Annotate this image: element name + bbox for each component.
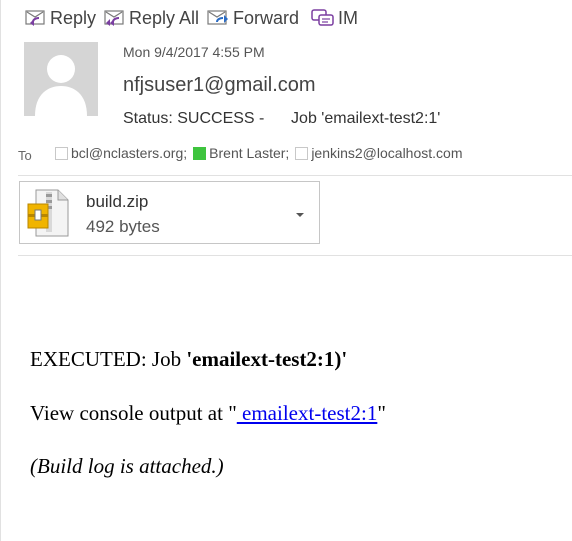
executed-job: 'emailext-test2:1)' (186, 347, 348, 371)
message-toolbar: Reply Reply All Forward IM (0, 0, 572, 38)
recipient-name: bcl@nclasters.org; (71, 145, 188, 161)
to-label: To (18, 147, 32, 163)
message-date: Mon 9/4/2017 4:55 PM (123, 44, 265, 60)
presence-available-icon (193, 146, 207, 160)
executed-prefix: EXECUTED: Job (30, 347, 187, 371)
message-subject: Status: SUCCESS - Job 'emailext-test2:1' (123, 110, 440, 128)
im-icon (310, 6, 336, 30)
console-prefix: View console output at " (30, 401, 237, 425)
person-silhouette-icon (35, 55, 87, 116)
reply-all-icon (101, 6, 127, 30)
subject-status: Status: SUCCESS - (123, 110, 265, 127)
sender-address[interactable]: nfjsuser1@gmail.com (123, 74, 316, 97)
sender-avatar (24, 42, 98, 116)
zip-archive-icon (24, 188, 72, 243)
presence-indicator-icon (55, 146, 68, 160)
forward-icon (205, 6, 231, 30)
console-output-link[interactable]: emailext-test2:1 (237, 401, 377, 425)
recipient-name: Brent Laster; (209, 145, 290, 161)
chevron-down-icon[interactable] (295, 206, 305, 224)
reply-icon (22, 6, 48, 30)
body-console-line: View console output at " emailext-test2:… (30, 401, 386, 426)
reply-button[interactable]: Reply (22, 5, 96, 31)
recipient-2[interactable]: Brent Laster; (193, 145, 289, 161)
attachment-card[interactable]: build.zip 492 bytes (19, 181, 320, 244)
attachment-size: 492 bytes (86, 217, 160, 236)
im-button[interactable]: IM (310, 5, 358, 31)
body-build-log-note: (Build log is attached.) (30, 454, 224, 478)
subject-job: Job 'emailext-test2:1' (291, 110, 441, 127)
reply-all-button[interactable]: Reply All (101, 5, 199, 31)
reply-label: Reply (50, 7, 97, 28)
im-label: IM (338, 7, 358, 28)
recipient-3[interactable]: jenkins2@localhost.com (295, 145, 462, 161)
reply-all-label: Reply All (129, 7, 200, 28)
recipients-row: To bcl@nclasters.org; Brent Laster; jenk… (18, 143, 468, 163)
recipient-1[interactable]: bcl@nclasters.org; (55, 145, 187, 161)
window-left-border (0, 0, 1, 541)
forward-button[interactable]: Forward (205, 5, 299, 31)
forward-label: Forward (233, 7, 300, 28)
body-executed-line: EXECUTED: Job 'emailext-test2:1)' (30, 347, 347, 372)
attachment-divider (18, 255, 572, 256)
recipient-name: jenkins2@localhost.com (311, 145, 463, 161)
attachment-name: build.zip (86, 192, 149, 211)
console-suffix: " (377, 401, 386, 425)
header-divider (18, 175, 572, 176)
presence-indicator-icon (295, 146, 309, 160)
